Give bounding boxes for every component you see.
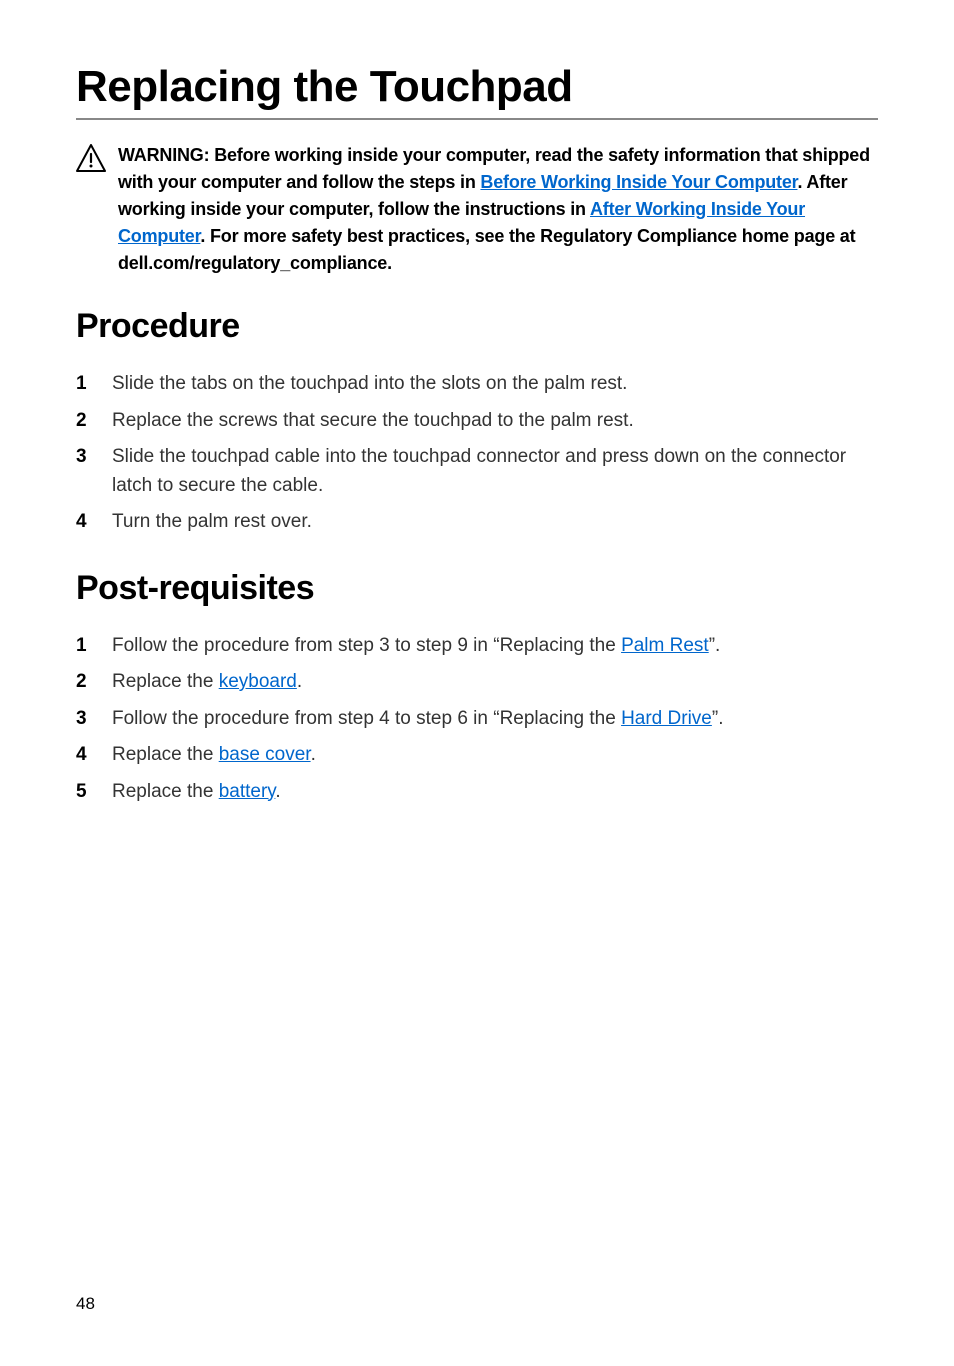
link-keyboard[interactable]: keyboard (219, 671, 297, 692)
procedure-heading: Procedure (76, 307, 878, 346)
step-text-pre: Follow the procedure from step 4 to step… (112, 708, 621, 729)
page-title: Replacing the Touchpad (76, 62, 878, 120)
post-requisites-step: Replace the battery. (76, 778, 878, 807)
step-text-post: ”. (712, 708, 724, 729)
link-palm-rest[interactable]: Palm Rest (621, 635, 709, 656)
step-text-post: . (275, 781, 280, 802)
link-before-working[interactable]: Before Working Inside Your Computer (480, 172, 797, 192)
link-hard-drive[interactable]: Hard Drive (621, 708, 712, 729)
procedure-steps: Slide the tabs on the touchpad into the … (76, 370, 878, 537)
procedure-step: Turn the palm rest over. (76, 508, 878, 537)
step-text-post: ”. (709, 635, 721, 656)
warning-text: WARNING: Before working inside your comp… (118, 142, 878, 277)
post-requisites-heading: Post-requisites (76, 569, 878, 608)
post-requisites-step: Replace the keyboard. (76, 668, 878, 697)
step-text-pre: Follow the procedure from step 3 to step… (112, 635, 621, 656)
post-requisites-steps: Follow the procedure from step 3 to step… (76, 632, 878, 807)
procedure-step: Slide the tabs on the touchpad into the … (76, 370, 878, 399)
step-text-pre: Replace the (112, 744, 219, 765)
step-text-pre: Replace the (112, 781, 219, 802)
warning-icon (76, 144, 106, 177)
warning-part3: . For more safety best practices, see th… (118, 226, 855, 273)
procedure-step: Replace the screws that secure the touch… (76, 407, 878, 436)
step-text-pre: Replace the (112, 671, 219, 692)
warning-block: WARNING: Before working inside your comp… (76, 142, 878, 277)
step-text-post: . (297, 671, 302, 692)
post-requisites-step: Follow the procedure from step 4 to step… (76, 705, 878, 734)
link-battery[interactable]: battery (219, 781, 276, 802)
post-requisites-step: Replace the base cover. (76, 741, 878, 770)
step-text-post: . (311, 744, 316, 765)
procedure-step: Slide the touchpad cable into the touchp… (76, 443, 878, 500)
link-base-cover[interactable]: base cover (219, 744, 311, 765)
page-number: 48 (76, 1294, 95, 1314)
post-requisites-step: Follow the procedure from step 3 to step… (76, 632, 878, 661)
